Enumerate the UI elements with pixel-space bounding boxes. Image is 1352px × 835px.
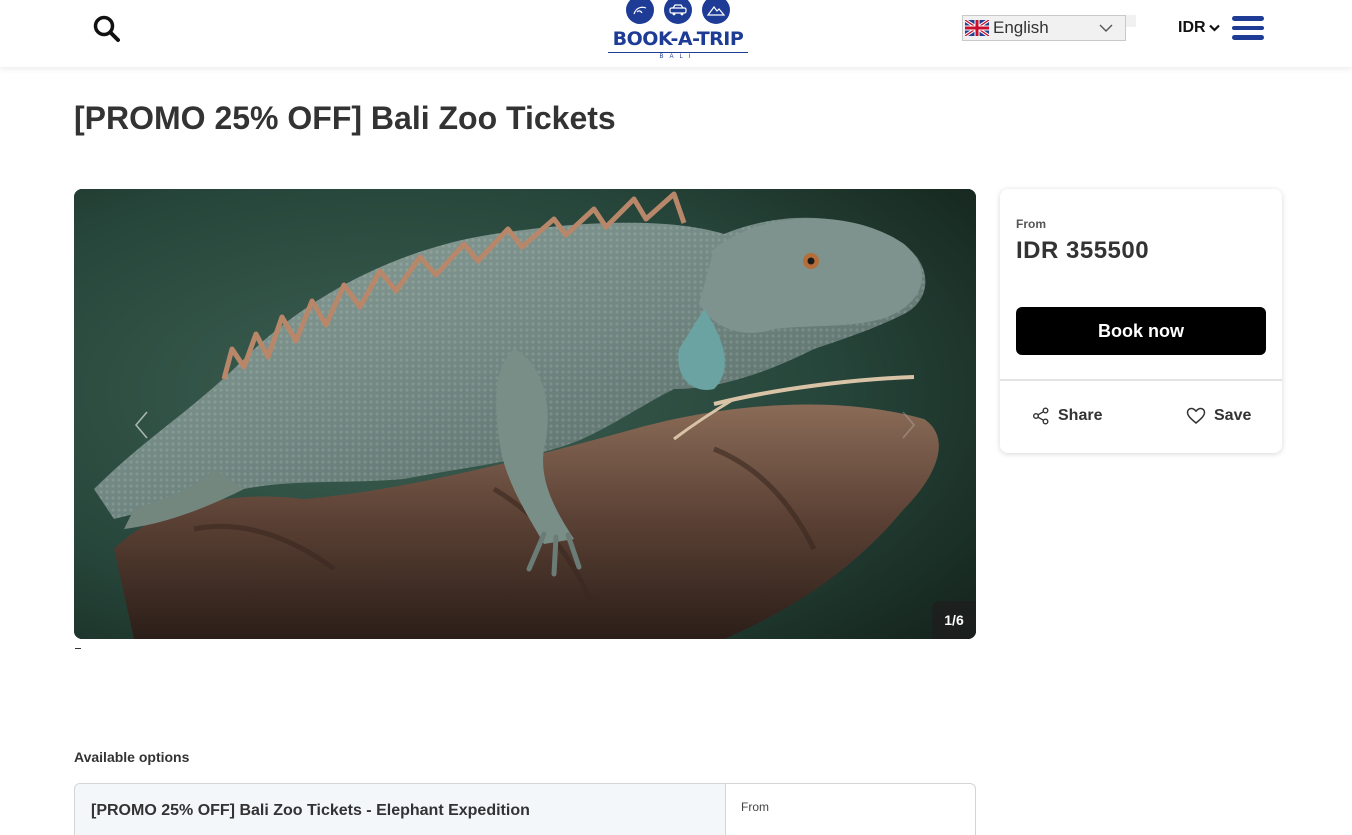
- options-heading: Available options: [74, 749, 190, 765]
- share-button[interactable]: Share: [1032, 405, 1102, 427]
- price-from-label: From: [1016, 217, 1046, 231]
- language-select-shadow: [1126, 15, 1136, 27]
- dolphin-icon: [626, 0, 654, 24]
- price-value: IDR 355500: [1016, 237, 1150, 264]
- card-divider: [1000, 379, 1282, 381]
- site-logo[interactable]: BOOK-A-TRIP BALI: [606, 0, 750, 62]
- flag-uk-icon: [965, 20, 989, 36]
- book-now-button[interactable]: Book now: [1016, 307, 1266, 355]
- site-header: BOOK-A-TRIP BALI English IDR: [0, 0, 1352, 67]
- chevron-down-icon: [1099, 24, 1113, 32]
- save-label: Save: [1214, 407, 1252, 424]
- save-button[interactable]: Save: [1186, 405, 1251, 427]
- language-select[interactable]: English: [962, 15, 1126, 41]
- option-from-label: From: [741, 800, 769, 814]
- option-title-area: [PROMO 25% OFF] Bali Zoo Tickets - Eleph…: [75, 784, 726, 835]
- search-icon[interactable]: [92, 14, 122, 44]
- chevron-right-icon[interactable]: [896, 409, 920, 441]
- option-title: [PROMO 25% OFF] Bali Zoo Tickets - Eleph…: [91, 802, 530, 819]
- gallery-counter: 1/6: [932, 601, 976, 639]
- currency-label: IDR: [1178, 19, 1206, 36]
- share-label: Share: [1058, 407, 1103, 424]
- menu-icon[interactable]: [1232, 16, 1264, 40]
- car-icon: [664, 0, 692, 24]
- page-title: [PROMO 25% OFF] Bali Zoo Tickets: [74, 100, 616, 136]
- heart-icon: [1186, 407, 1206, 424]
- share-icon: [1033, 407, 1049, 425]
- logo-wordmark: BOOK-A-TRIP: [612, 28, 744, 50]
- photo-gallery[interactable]: 1/6: [74, 189, 976, 639]
- mountain-icon: [702, 0, 730, 24]
- chevron-left-icon[interactable]: [130, 409, 154, 441]
- booking-card: From IDR 355500 Book now Share Save: [1000, 189, 1282, 453]
- language-label: English: [993, 18, 1049, 37]
- logo-subtitle: BALI: [608, 52, 748, 60]
- option-card[interactable]: [PROMO 25% OFF] Bali Zoo Tickets - Eleph…: [74, 783, 976, 835]
- gallery-divider: [75, 648, 81, 649]
- gallery-image: [74, 189, 976, 639]
- chevron-down-icon: [1208, 24, 1220, 32]
- currency-select[interactable]: IDR: [1178, 16, 1220, 40]
- logo-emblems: [626, 0, 730, 24]
